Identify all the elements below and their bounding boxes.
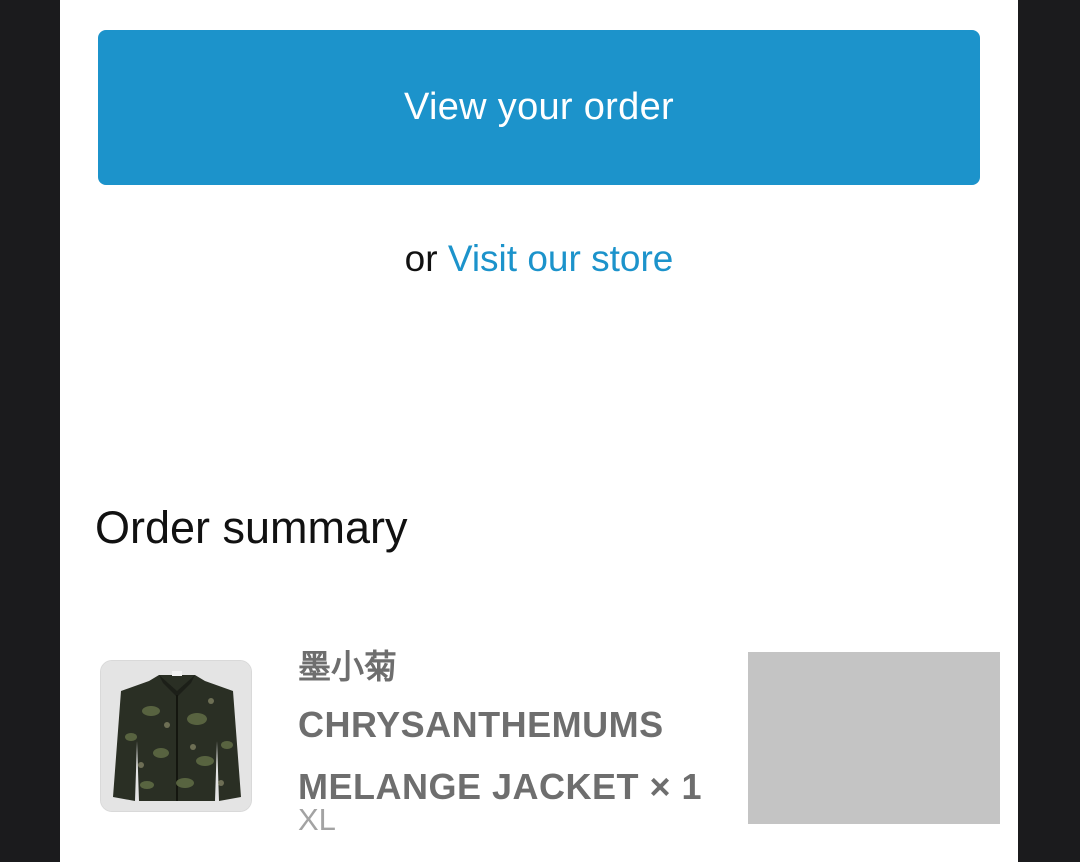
email-page: View your order or Visit our store Order… (60, 0, 1018, 862)
visit-store-line: or Visit our store (60, 238, 1018, 280)
order-summary-title: Order summary (95, 502, 408, 553)
visit-store-link[interactable]: Visit our store (448, 238, 674, 279)
or-text: or (404, 238, 438, 279)
jacket-image (101, 661, 251, 811)
item-brand: 墨小菊 (298, 648, 397, 685)
item-name: CHRYSANTHEMUMS MELANGE JACKET × 1 (298, 704, 703, 807)
view-order-label: View your order (404, 86, 674, 128)
left-frame-border (0, 0, 60, 862)
right-frame-border (1018, 0, 1080, 862)
view-order-button[interactable]: View your order (98, 30, 980, 185)
item-variant: XL (298, 802, 336, 837)
redacted-price-block (748, 652, 1000, 824)
product-thumbnail[interactable] (100, 660, 252, 812)
